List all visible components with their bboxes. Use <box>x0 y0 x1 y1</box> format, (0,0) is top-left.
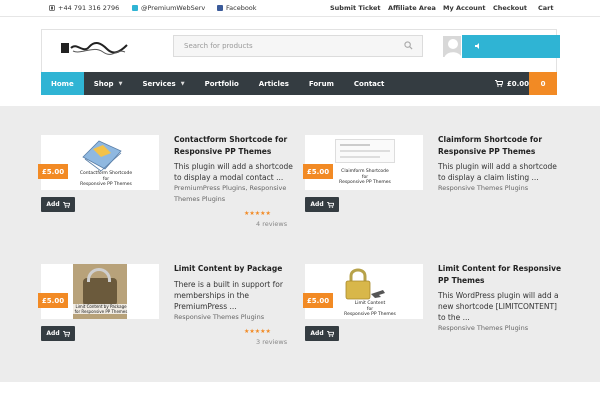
speaker-icon <box>475 43 479 49</box>
image-caption: Limit Content for Responsive PP Themes <box>344 301 396 317</box>
search-icon[interactable] <box>404 41 413 50</box>
review-count[interactable]: 3 reviews <box>256 338 287 346</box>
footer-strip <box>0 382 600 400</box>
checkout-link[interactable]: Checkout <box>493 4 527 12</box>
product-image[interactable]: Limit Content by Package for Responsive P… <box>41 264 159 319</box>
rating-stars: ★★★★★ <box>244 210 271 217</box>
image-caption: Contactform Shortcode for Responsive PP Th… <box>79 171 133 187</box>
site-logo[interactable] <box>59 39 129 57</box>
facebook-link[interactable]: Facebook <box>217 4 257 12</box>
nav-item-contact[interactable]: Contact <box>344 72 395 95</box>
nav-item-home[interactable]: Home <box>41 72 84 95</box>
nav-item-services[interactable]: Services ▼ <box>132 72 194 95</box>
product-description: This plugin will add a shortcode to disp… <box>438 162 557 182</box>
search-placeholder: Search for products <box>184 42 253 50</box>
cart-total-button[interactable]: £0.00 <box>494 72 529 95</box>
product-description: This plugin will add a shortcode to disp… <box>174 162 293 182</box>
cart-count-badge[interactable]: 0 <box>529 72 557 95</box>
twitter-link[interactable]: @PremiumWebServ <box>132 4 205 12</box>
product-categories[interactable]: PremiumPress Plugins, Responsive Themes … <box>174 183 299 205</box>
product-title[interactable]: Contactform Shortcode for Responsive PP … <box>174 134 299 158</box>
product-image[interactable]: Claimform Shortcode for Responsive PP Them… <box>305 135 423 190</box>
product-description: This WordPress plugin will add a new sho… <box>438 291 559 322</box>
twitter-handle: @PremiumWebServ <box>141 4 206 12</box>
top-bar: +44 791 316 2796 @PremiumWebServ Faceboo… <box>0 0 600 16</box>
avatar[interactable] <box>442 35 462 58</box>
header-panel: Search for products <box>41 29 560 73</box>
chevron-down-icon: ▼ <box>180 80 185 87</box>
facebook-label: Facebook <box>226 4 257 12</box>
main-nav: Home Shop ▼ Services ▼ Portfolio Articles … <box>41 72 557 95</box>
cart-icon <box>326 330 334 337</box>
price-badge: £5.00 <box>38 164 68 179</box>
add-to-cart-button[interactable]: Add <box>41 197 75 212</box>
product-categories[interactable]: Responsive Themes Plugins <box>438 183 563 194</box>
add-to-cart-button[interactable]: Add <box>305 326 339 341</box>
add-to-cart-button[interactable]: Add <box>305 197 339 212</box>
site-header: Search for products Home Shop ▼ Services ▼… <box>0 16 600 106</box>
product-image[interactable]: Contactform Shortcode for Responsive PP Th… <box>41 135 159 190</box>
product-categories[interactable]: Responsive Themes Plugins <box>174 312 299 323</box>
submit-ticket-link[interactable]: Submit Ticket <box>330 4 381 12</box>
affiliate-area-link[interactable]: Affiliate Area <box>388 4 436 12</box>
form-screenshot <box>335 139 395 163</box>
product-grid: Contactform Shortcode for Responsive PP Th… <box>0 106 600 382</box>
cart-icon <box>494 80 503 87</box>
nav-item-shop[interactable]: Shop ▼ <box>84 72 133 95</box>
product-description: There is a built in support for membersh… <box>174 280 283 311</box>
search-input[interactable]: Search for products <box>173 35 423 57</box>
my-account-link[interactable]: My Account <box>443 4 486 12</box>
product-categories[interactable]: Responsive Themes Plugins <box>438 323 563 334</box>
nav-item-forum[interactable]: Forum <box>299 72 344 95</box>
cart-icon <box>62 330 70 337</box>
cart-link[interactable]: Cart <box>538 4 553 12</box>
twitter-icon <box>132 5 138 11</box>
phone-contact: +44 791 316 2796 <box>49 4 119 12</box>
price-badge: £5.00 <box>303 164 333 179</box>
price-badge: £5.00 <box>38 293 68 308</box>
product-title[interactable]: Limit Content by Package <box>174 263 299 275</box>
user-silhouette-icon <box>444 39 461 57</box>
cart-icon <box>326 201 334 208</box>
account-widget[interactable] <box>442 35 560 58</box>
product-title[interactable]: Limit Content for Responsive PP Themes <box>438 263 563 287</box>
price-badge: £5.00 <box>303 293 333 308</box>
chevron-down-icon: ▼ <box>118 80 123 87</box>
phone-icon <box>49 5 55 11</box>
nav-item-portfolio[interactable]: Portfolio <box>195 72 249 95</box>
facebook-icon <box>217 5 223 11</box>
nav-item-articles[interactable]: Articles <box>249 72 299 95</box>
rating-stars: ★★★★★ <box>244 328 271 335</box>
product-title[interactable]: Claimform Shortcode for Responsive PP Th… <box>438 134 563 158</box>
image-caption: Limit Content by Package for Responsive P… <box>71 304 131 314</box>
product-image[interactable]: Limit Content for Responsive PP Themes <box>305 264 423 319</box>
cart-icon <box>62 201 70 208</box>
phone-number: +44 791 316 2796 <box>58 4 120 12</box>
review-count[interactable]: 4 reviews <box>256 220 287 228</box>
image-caption: Claimform Shortcode for Responsive PP Them… <box>339 169 391 185</box>
add-to-cart-button[interactable]: Add <box>41 326 75 341</box>
cart-total: £0.00 <box>506 79 529 88</box>
